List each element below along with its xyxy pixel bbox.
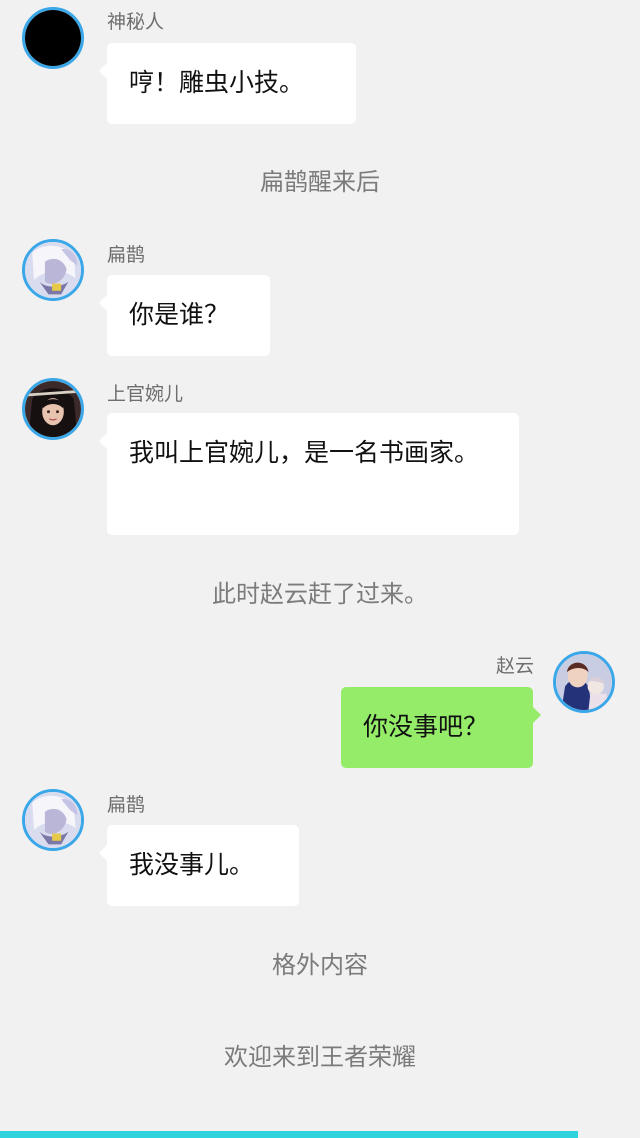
avatar-bianque[interactable] (22, 789, 84, 851)
message-bubble[interactable]: 我没事儿。 (99, 825, 299, 906)
bianque-avatar-icon (25, 242, 81, 298)
message-bubble[interactable]: 我叫上官婉儿，是一名书画家。 (99, 413, 519, 535)
shangguan-avatar-icon (25, 381, 81, 437)
bianque-avatar-icon (25, 792, 81, 848)
sender-name: 扁鹊 (107, 244, 146, 266)
sender-name: 神秘人 (107, 11, 165, 33)
system-message: 此时赵云赶了过来。 (212, 580, 428, 608)
bottom-progress-bar (0, 1131, 578, 1138)
message-bubble[interactable]: 你没事吧？ (341, 687, 541, 768)
system-message: 格外内容 (272, 951, 368, 979)
avatar-zhaoyun[interactable] (553, 651, 615, 713)
avatar-shangguan[interactable] (22, 378, 84, 440)
sender-name: 赵云 (495, 655, 534, 677)
avatar-bianque[interactable] (22, 239, 84, 301)
avatar-mystery[interactable] (22, 7, 84, 69)
system-message: 欢迎来到王者荣耀 (224, 1043, 416, 1071)
message-bubble[interactable]: 哼！雕虫小技。 (99, 43, 356, 124)
system-message: 扁鹊醒来后 (260, 168, 380, 196)
sender-name: 上官婉儿 (107, 383, 184, 405)
sender-name: 扁鹊 (107, 794, 146, 816)
zhaoyun-avatar-icon (556, 654, 612, 710)
black-avatar-icon (25, 10, 81, 66)
message-bubble[interactable]: 你是谁？ (99, 275, 270, 356)
